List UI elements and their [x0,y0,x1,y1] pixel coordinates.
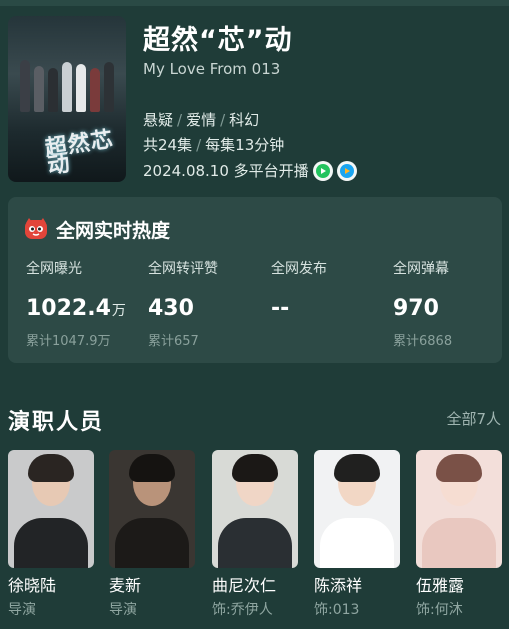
cast-section-title: 演职人员 [8,410,105,435]
metric-label: 全网曝光 [26,261,82,277]
poster-image[interactable]: 超然芯动 [8,16,126,182]
cast-name: 曲尼次仁 [212,576,277,595]
metric-total: 累计657 [148,334,199,349]
metric-label: 全网弹幕 [393,261,449,277]
metric-label: 全网发布 [271,261,327,277]
metric-total: 累计1047.9万 [26,334,111,349]
cast-role: 饰:乔伊人 [212,602,273,618]
cast-all-link[interactable]: 全部7人 [446,408,501,429]
cast-photo [8,450,94,568]
metric-value: 1022.4万 [26,296,126,321]
episode-duration: 每集13分钟 [205,136,285,154]
cast-photo [416,450,502,568]
cast-card[interactable]: 麦新 导演 [109,450,197,619]
cast-role: 饰:何沐 [416,602,463,618]
hot-cat-icon [24,217,48,241]
genre-tags: 悬疑 / 爱情 / 科幻 [143,111,260,129]
metric-total: 累计6868 [393,334,453,349]
release-info: 2024.08.10 多平台开播 [143,160,357,181]
youku-play-icon[interactable] [336,160,357,181]
cast-photo [314,450,400,568]
cast-name: 徐晓陆 [8,576,57,595]
episode-info: 共24集 / 每集13分钟 [143,136,285,154]
metric-danmaku[interactable]: 全网弹幕 970 累计6868 [393,258,509,349]
metric-value: 970 [393,296,439,321]
cast-card[interactable]: 曲尼次仁 饰:乔伊人 [212,450,300,619]
cast-photo [212,450,298,568]
show-subtitle: My Love From 013 [143,60,281,78]
cast-card[interactable]: 伍雅露 饰:何沐 [416,450,504,619]
iqiyi-play-icon[interactable] [312,160,333,181]
genre-tag: 科幻 [229,111,260,129]
metric-interactions[interactable]: 全网转评赞 430 累计657 [148,258,268,349]
heat-title: 全网实时热度 [56,220,171,242]
metric-posts[interactable]: 全网发布 -- [271,258,391,330]
release-text: 2024.08.10 多平台开播 [143,162,309,180]
cast-name: 伍雅露 [416,576,465,595]
cast-role: 饰:013 [314,602,360,618]
cast-card[interactable]: 陈添祥 饰:013 [314,450,402,619]
metric-exposure[interactable]: 全网曝光 1022.4万 累计1047.9万 [26,258,146,349]
genre-tag: 爱情 [186,111,217,129]
show-title: 超然“芯”动 [143,25,293,56]
cast-role: 导演 [8,602,36,618]
cast-role: 导演 [109,602,137,618]
cast-photo [109,450,195,568]
poster-title: 超然芯动 [43,126,116,180]
cast-name: 陈添祥 [314,576,363,595]
metric-label: 全网转评赞 [148,261,218,277]
top-edge [0,0,509,6]
cast-name: 麦新 [109,576,142,595]
metric-value: -- [271,296,290,321]
metric-value: 430 [148,296,194,321]
genre-tag: 悬疑 [143,111,174,129]
episode-count: 共24集 [143,136,193,154]
realtime-heat-panel: 全网实时热度 全网曝光 1022.4万 累计1047.9万 全网转评赞 430 … [8,197,502,363]
cast-card[interactable]: 徐晓陆 导演 [8,450,96,619]
